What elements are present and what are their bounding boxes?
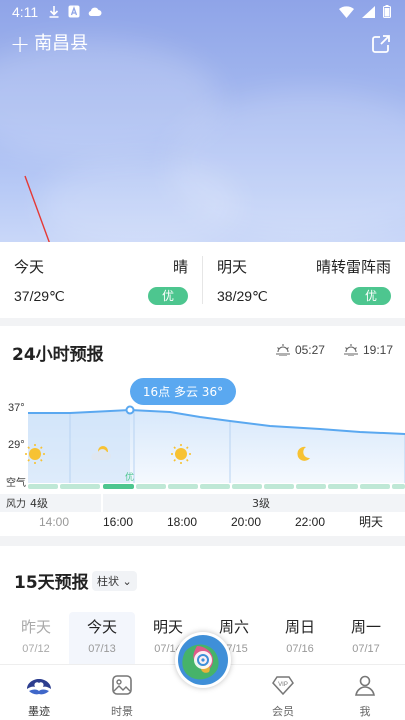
day-column[interactable]: 周一 07/17 (333, 616, 399, 655)
time-label: 18:00 (167, 515, 197, 529)
day-date: 07/12 (22, 643, 50, 655)
user-icon (355, 675, 375, 696)
vip-icon: VIP (272, 676, 294, 696)
time-label: 20:00 (231, 515, 261, 529)
nav-label: 我 (359, 705, 371, 718)
temperature-range: 37/29℃ (14, 288, 65, 304)
nav-item-vip[interactable]: VIP 会员 (253, 673, 313, 719)
radar-map-button[interactable] (175, 632, 231, 688)
aqi-badge: 优 (351, 287, 391, 305)
air-quality-bars (28, 484, 405, 489)
day-column[interactable]: 周日 07/16 (267, 616, 333, 655)
time-label: 22:00 (295, 515, 325, 529)
day-label: 今天 (14, 258, 45, 276)
nav-label: 会员 (272, 705, 294, 718)
sunset-icon (343, 344, 358, 356)
wind-label: 风力 (6, 497, 26, 510)
time-label: 14:00 (39, 515, 69, 529)
view-toggle-label: 柱状 (97, 575, 119, 588)
time-label: 16:00 (103, 515, 133, 529)
weather-condition: 晴 (172, 258, 188, 276)
day-date: 07/13 (88, 643, 116, 655)
day-date: 07/16 (286, 643, 314, 655)
nav-item-moji[interactable]: 墨迹 (9, 673, 69, 719)
day-label: 明天 (217, 258, 248, 276)
radar-map-icon (178, 635, 228, 685)
today-tomorrow-card[interactable]: 今天 晴 37/29℃ 优 明天 晴转雷阵雨 38/29℃ 优 (0, 242, 405, 318)
section-title: 24小时预报 (12, 345, 104, 365)
view-toggle-button[interactable]: 柱状 ⌄ (92, 571, 137, 591)
day-name: 今天 (86, 618, 117, 636)
aqi-badge: 优 (148, 287, 188, 305)
moji-logo-icon (27, 679, 51, 695)
tooltip-text: 16点 多云 36° (143, 385, 223, 399)
weather-condition: 晴转雷阵雨 (315, 258, 391, 276)
day-name: 周日 (284, 618, 315, 636)
day-date: 07/17 (352, 643, 380, 655)
forecast-tooltip: 16点 多云 36° (130, 378, 236, 405)
nav-item-scenery[interactable]: 时景 (92, 673, 152, 719)
wind-segment: 4级 (30, 497, 48, 510)
time-label: 明天 (359, 515, 383, 529)
sunrise-time: 05:27 (294, 343, 325, 357)
day-column-today[interactable]: 今天 07/13 (69, 612, 135, 672)
air-label: 空气 (6, 476, 26, 489)
sunset-time: 19:17 (362, 343, 393, 357)
day-column[interactable]: 昨天 07/12 (3, 616, 69, 655)
nav-label: 时景 (111, 705, 133, 718)
image-icon (112, 675, 132, 695)
y-max-label: 37° (8, 402, 25, 414)
y-min-label: 29° (8, 439, 25, 451)
hourly-forecast-section: 24小时预报 05:27 19:17 37° 29° 16点 多云 36° 空气… (0, 326, 405, 536)
nav-label: 墨迹 (28, 705, 50, 718)
sun-times: 05:27 19:17 (275, 343, 393, 357)
sunrise-icon (275, 344, 290, 356)
wind-segment: 3级 (252, 497, 270, 510)
today-summary[interactable]: 今天 晴 37/29℃ 优 (0, 242, 202, 318)
section-title: 15天预报 (14, 573, 89, 593)
day-name: 周一 (350, 618, 381, 636)
day-name: 昨天 (20, 618, 51, 636)
air-quality-label: 优 (125, 471, 134, 483)
nav-item-me[interactable]: 我 (335, 673, 395, 719)
svg-text:VIP: VIP (278, 682, 288, 688)
temperature-range: 38/29℃ (217, 288, 268, 304)
hourly-chart[interactable]: 37° 29° 16点 多云 36° 空气 优 风力 4级 3级 14:00 1… (0, 376, 405, 536)
tomorrow-summary[interactable]: 明天 晴转雷阵雨 38/29℃ 优 (203, 242, 405, 318)
